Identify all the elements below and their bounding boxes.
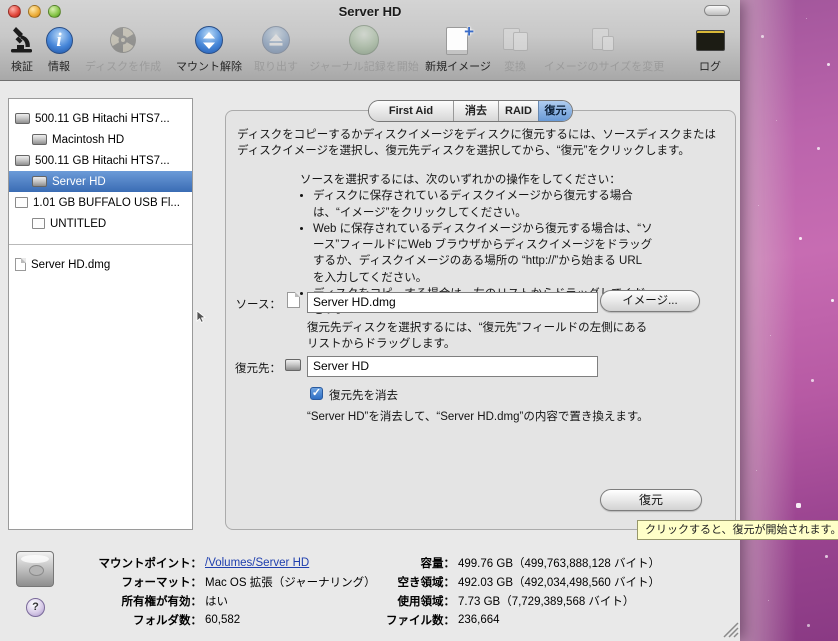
eject-icon bbox=[262, 26, 290, 54]
instruction-bullet: ディスクに保存されているディスクイメージから復元する場合は、“イメージ”をクリッ… bbox=[313, 188, 656, 221]
toolbar-item-info[interactable]: i情報 bbox=[39, 24, 79, 78]
destination-help-text: 復元先ディスクを選択するには、“復元先”フィールドの左側にあるリストからドラッグ… bbox=[307, 320, 655, 353]
volume-icon bbox=[32, 134, 47, 145]
dmg-icon bbox=[15, 258, 26, 271]
info-row: 使用領域：7.73 GB（7,729,389,568 バイト） bbox=[350, 591, 738, 610]
sidebar-item[interactable]: 500.11 GB Hitachi HTS7... bbox=[9, 150, 192, 171]
mount-point-link[interactable]: /Volumes/Server HD bbox=[205, 557, 309, 569]
info-value: はい bbox=[205, 593, 228, 609]
toolbar-item-burn: ディスクを作成 bbox=[76, 24, 170, 78]
destination-label: 復元先： bbox=[225, 360, 281, 376]
sidebar-item[interactable]: Server HD bbox=[9, 171, 192, 192]
disk-utility-window: Server HD 検証i情報ディスクを作成マウント解除取り出すジャーナル記録を… bbox=[0, 0, 740, 641]
info-value: 236,664 bbox=[458, 614, 500, 626]
restore-tooltip: クリックすると、復元が開始されます。 bbox=[637, 520, 838, 540]
destination-field[interactable]: Server HD bbox=[307, 356, 598, 377]
toolbar-item-resize-image: イメージのサイズを変更 bbox=[532, 24, 676, 78]
unmount-icon bbox=[195, 26, 223, 54]
destination-disk-icon bbox=[285, 359, 301, 371]
erase-destination-label: 復元先を消去 bbox=[329, 387, 398, 403]
help-icon[interactable] bbox=[26, 598, 45, 617]
info-right-column: 容量：499.76 GB（499,763,888,128 バイト）空き領域：49… bbox=[350, 553, 738, 629]
tab-restore[interactable]: 復元 bbox=[538, 101, 572, 121]
sidebar-item[interactable]: 1.01 GB BUFFALO USB Fl... bbox=[9, 192, 192, 213]
toolbar-toggle-button[interactable] bbox=[704, 5, 730, 16]
tab-raid[interactable]: RAID bbox=[498, 101, 538, 121]
restore-button[interactable]: 復元 bbox=[600, 489, 702, 511]
selected-volume-icon bbox=[16, 551, 54, 587]
convert-icon bbox=[499, 25, 531, 55]
verify-icon bbox=[8, 24, 36, 56]
window-title: Server HD bbox=[0, 4, 740, 19]
sidebar-list: 500.11 GB Hitachi HTS7...Macintosh HD500… bbox=[9, 99, 192, 275]
info-value: 60,582 bbox=[205, 614, 240, 626]
toolbar-item-new-image[interactable]: +新規イメージ bbox=[417, 24, 499, 78]
tab-first-aid[interactable]: First Aid bbox=[369, 101, 453, 121]
erase-destination-checkbox[interactable]: ✓ bbox=[310, 387, 323, 400]
source-field[interactable]: Server HD.dmg bbox=[307, 292, 598, 313]
usb-volume-icon bbox=[32, 218, 45, 229]
info-value: 7.73 GB（7,729,389,568 バイト） bbox=[458, 593, 634, 609]
volume-icon bbox=[32, 176, 47, 187]
toolbar-item-verify[interactable]: 検証 bbox=[2, 24, 42, 78]
image-button[interactable]: イメージ... bbox=[600, 290, 700, 312]
restore-intro-text: ディスクをコピーするかディスクイメージをディスクに復元するには、ソースディスクま… bbox=[237, 127, 723, 160]
resize-image-icon bbox=[588, 25, 620, 55]
journal-icon bbox=[349, 25, 379, 55]
toolbar-item-unmount[interactable]: マウント解除 bbox=[164, 24, 254, 78]
erase-note-text: “Server HD”を消去して、“Server HD.dmg”の内容で置き換え… bbox=[307, 409, 707, 425]
instruction-bullet: Web に保存されているディスクイメージから復元する場合は、“ソース”フィールド… bbox=[313, 221, 656, 286]
info-row: 容量：499.76 GB（499,763,888,128 バイト） bbox=[350, 553, 738, 572]
window-chrome: Server HD 検証i情報ディスクを作成マウント解除取り出すジャーナル記録を… bbox=[0, 0, 740, 81]
device-sidebar: 500.11 GB Hitachi HTS7...Macintosh HD500… bbox=[8, 98, 193, 530]
disk-icon bbox=[15, 113, 30, 124]
toolbar-item-log[interactable]: ログ bbox=[687, 24, 733, 78]
toolbar: 検証i情報ディスクを作成マウント解除取り出すジャーナル記録を開始+新規イメージ変… bbox=[0, 24, 740, 78]
info-value: 492.03 GB（492,034,498,560 バイト） bbox=[458, 574, 660, 590]
source-instructions-title: ソースを選択するには、次のいずれかの操作をしてください： bbox=[300, 172, 656, 188]
sidebar-image-item[interactable]: Server HD.dmg bbox=[9, 254, 192, 275]
usb-disk-icon bbox=[15, 197, 28, 208]
info-icon: i bbox=[46, 27, 73, 54]
log-icon bbox=[696, 30, 725, 51]
tab-erase[interactable]: 消去 bbox=[453, 101, 498, 121]
tab-bar: First Aid消去RAID復元 bbox=[368, 100, 573, 122]
sidebar-item[interactable]: Macintosh HD bbox=[9, 129, 192, 150]
info-row: ファイル数：236,664 bbox=[350, 610, 738, 629]
info-row: 空き領域：492.03 GB（492,034,498,560 バイト） bbox=[350, 572, 738, 591]
burn-icon bbox=[109, 24, 137, 56]
sidebar-item[interactable]: 500.11 GB Hitachi HTS7... bbox=[9, 108, 192, 129]
disk-icon bbox=[15, 155, 30, 166]
sidebar-item[interactable]: UNTITLED bbox=[9, 213, 192, 234]
desktop-light-band bbox=[740, 0, 810, 641]
source-label: ソース： bbox=[225, 296, 281, 312]
new-image-icon: + bbox=[443, 25, 473, 55]
toolbar-item-journal: ジャーナル記録を開始 bbox=[297, 24, 431, 78]
info-value: 499.76 GB（499,763,888,128 バイト） bbox=[458, 555, 660, 571]
sidebar-separator bbox=[9, 244, 192, 245]
source-dmg-icon bbox=[287, 292, 300, 308]
resize-grip-icon[interactable] bbox=[721, 620, 739, 638]
mouse-cursor-icon bbox=[196, 310, 208, 324]
